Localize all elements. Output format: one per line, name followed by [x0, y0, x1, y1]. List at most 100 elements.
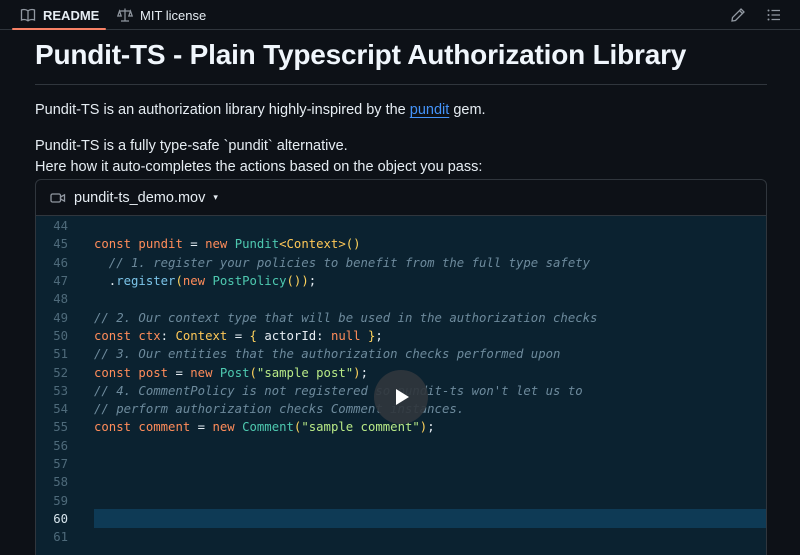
line-number: 50: [53, 328, 68, 343]
line-number: 53: [53, 383, 68, 398]
line-number: 61: [53, 530, 68, 545]
code-token: Context: [175, 328, 235, 343]
tab-readme-label: README: [43, 7, 100, 23]
pundit-link[interactable]: pundit: [410, 102, 450, 118]
line-number: 48: [53, 292, 68, 307]
code-line: 58: [36, 473, 766, 491]
code-token: (): [286, 274, 302, 289]
code-token: ): [353, 365, 361, 380]
code-token: null: [330, 328, 368, 343]
code-token: // 2. Our context type that will be used…: [94, 310, 598, 325]
scale-icon: [117, 8, 133, 22]
video-filename: pundit-ts_demo.mov: [74, 189, 206, 206]
line-number: 54: [53, 402, 68, 417]
code-token: const: [94, 328, 139, 343]
video-embed: pundit-ts_demo.mov ▾ 44 45 const pundit = …: [35, 179, 767, 555]
line-number: 58: [53, 475, 68, 490]
chevron-down-icon[interactable]: ▾: [213, 192, 218, 203]
code-line: 59: [36, 492, 766, 510]
code-token: pundit: [138, 237, 191, 252]
code-line: 49 // 2. Our context type that will be us…: [36, 309, 766, 327]
code-token: register: [116, 274, 176, 289]
readme-tab-bar: README MIT license: [0, 0, 800, 30]
code-text: const comment = new Comment("sample comm…: [94, 420, 435, 434]
code-text: const ctx: Context = { actorId: null };: [94, 329, 383, 343]
code-token: new: [190, 365, 220, 380]
line-number: 49: [53, 310, 68, 325]
code-token: (: [249, 365, 257, 380]
pencil-icon: [731, 8, 745, 22]
line-number: 51: [53, 347, 68, 362]
code-line: 56: [36, 437, 766, 455]
code-text: // 4. CommentPolicy is not registered so…: [94, 384, 583, 398]
code-line: 57: [36, 455, 766, 473]
code-token: {: [249, 328, 265, 343]
code-token: =: [175, 365, 191, 380]
line-number: 52: [53, 365, 68, 380]
active-tab-indicator: [12, 28, 106, 30]
intro-text-after: gem.: [449, 102, 486, 118]
code-token: // 3. Our entities that the authorizatio…: [94, 347, 561, 362]
code-token: const: [94, 237, 139, 252]
edit-button[interactable]: [730, 0, 746, 30]
code-line: 48: [36, 290, 766, 308]
outline-button[interactable]: [766, 0, 782, 30]
code-line: 47 .register(new PostPolicy());: [36, 272, 766, 290]
code-token: "sample post": [256, 365, 354, 380]
code-text: const post = new Post("sample post");: [94, 366, 368, 380]
video-header[interactable]: pundit-ts_demo.mov ▾: [36, 180, 766, 216]
code-token: const: [94, 365, 139, 380]
code-token: Comment: [242, 420, 294, 435]
code-line: 44: [36, 217, 766, 235]
tab-license[interactable]: MIT license: [117, 0, 206, 30]
type-safe-paragraph: Pundit-TS is a fully type-safe `pundit` …: [35, 138, 348, 154]
code-text: // 1. register your policies to benefit …: [94, 256, 590, 270]
code-token: new: [212, 420, 243, 435]
code-line: 50 const ctx: Context = { actorId: null }…: [36, 327, 766, 345]
line-number: 47: [53, 274, 68, 289]
book-icon: [20, 8, 36, 22]
code-token: ;: [427, 420, 435, 435]
line-number: 55: [53, 420, 68, 435]
code-token: ;: [360, 365, 368, 380]
code-token: (: [175, 274, 183, 289]
code-token: ;: [308, 274, 317, 289]
code-token: const: [94, 420, 139, 435]
code-token: ;: [375, 328, 383, 343]
code-token: =: [234, 328, 250, 343]
code-token: =: [197, 420, 213, 435]
tab-readme[interactable]: README: [20, 0, 99, 30]
play-icon: [396, 389, 409, 405]
code-line: 51 // 3. Our entities that the authorizat…: [36, 345, 766, 363]
autocomplete-paragraph: Here how it auto-completes the actions b…: [35, 159, 483, 175]
play-button[interactable]: [374, 370, 428, 424]
code-token: <Context>: [279, 237, 346, 252]
line-number: 46: [53, 255, 68, 270]
tab-license-label: MIT license: [140, 7, 207, 23]
code-token: new: [182, 274, 213, 289]
line-number: 56: [53, 438, 68, 453]
code-token: post: [138, 365, 176, 380]
code-token: comment: [138, 420, 198, 435]
page-title: Pundit-TS - Plain Typescript Authorizati…: [35, 39, 687, 70]
code-token: ): [301, 274, 309, 289]
code-token: PostPolicy: [212, 274, 287, 289]
code-line: 61: [36, 528, 766, 546]
line-number: 59: [53, 493, 68, 508]
video-camera-icon: [50, 190, 66, 206]
line-number: 44: [53, 219, 68, 234]
active-line-highlight: [94, 509, 766, 529]
line-number: 45: [53, 237, 68, 252]
code-token: (): [345, 237, 361, 252]
code-text: // 2. Our context type that will be used…: [94, 311, 597, 325]
intro-paragraph: Pundit-TS is an authorization library hi…: [35, 102, 486, 118]
code-line: 46 // 1. register your policies to benef…: [36, 254, 766, 272]
line-number: 60: [53, 511, 68, 526]
code-token: ctx: [138, 328, 161, 343]
code-line: 45 const pundit = new Pundit<Context>(): [36, 235, 766, 253]
code-token: Post: [219, 365, 250, 380]
line-number: 57: [53, 457, 68, 472]
intro-text-before: Pundit-TS is an authorization library hi…: [35, 102, 410, 118]
code-text: .register(new PostPolicy());: [94, 274, 316, 288]
code-token: .: [94, 274, 117, 289]
